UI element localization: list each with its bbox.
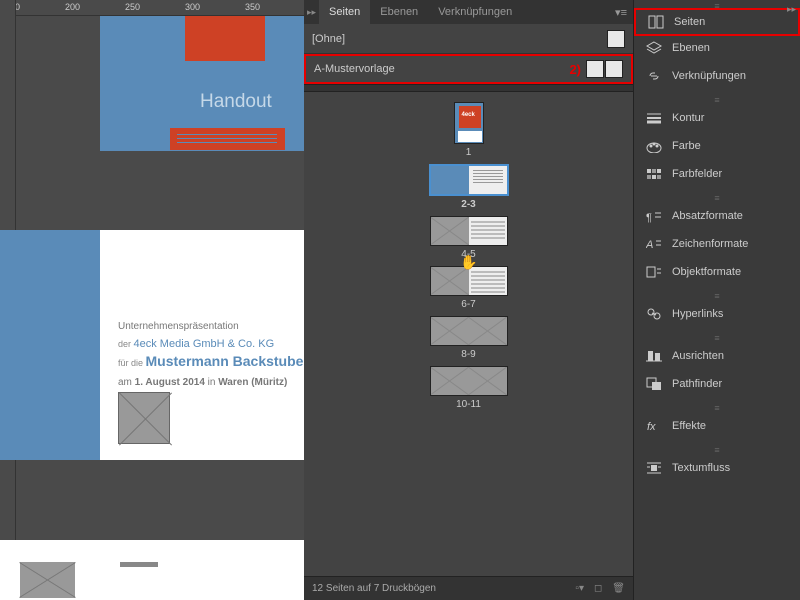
document-canvas[interactable]: 150 200 250 300 350 Handout Unternehmens… — [0, 0, 304, 600]
page-3-preview[interactable]: Unternehmenspräsentation der 4eck Media … — [100, 230, 304, 460]
flyout-menu-icon[interactable]: ▾≡ — [609, 6, 633, 19]
dock-hyperlinks[interactable]: Hyperlinks — [634, 300, 800, 328]
align-icon — [646, 348, 662, 364]
links-icon — [646, 68, 662, 84]
pages-icon — [648, 14, 664, 30]
panel-divider[interactable] — [304, 84, 633, 92]
ruler-horizontal[interactable]: 150 200 250 300 350 — [0, 0, 304, 16]
textwrap-icon — [646, 460, 662, 476]
dock-farbe[interactable]: Farbe — [634, 132, 800, 160]
master-pages-section: [Ohne] A-Mustervorlage 2) — [304, 24, 633, 84]
thumb-spread-8-9[interactable]: 8-9 — [430, 316, 508, 360]
page-2-preview[interactable] — [0, 230, 100, 460]
dock-farbfelder[interactable]: Farbfelder — [634, 160, 800, 188]
page-4-preview[interactable] — [0, 540, 100, 600]
paragraph-styles-icon: ¶ — [646, 208, 662, 224]
dock-ebenen[interactable]: Ebenen — [634, 34, 800, 62]
master-thumb-icon — [607, 30, 625, 48]
new-page-icon[interactable]: ◻ — [594, 583, 602, 594]
dock-effekte[interactable]: fx Effekte — [634, 412, 800, 440]
tab-links[interactable]: Verknüpfungen — [428, 0, 522, 24]
page-thumbnails[interactable]: 1 ✋ 2-3 4-5 6-7 — [304, 92, 633, 576]
thumb-page-1[interactable]: 1 — [454, 102, 484, 158]
dock-zeichenformate[interactable]: A Zeichenformate — [634, 230, 800, 258]
dock-pathfinder[interactable]: Pathfinder — [634, 370, 800, 398]
layers-icon — [646, 40, 662, 56]
tab-pages[interactable]: Seiten — [319, 0, 370, 24]
dock-kontur[interactable]: Kontur — [634, 104, 800, 132]
master-none[interactable]: [Ohne] — [304, 24, 633, 54]
page-count-status: 12 Seiten auf 7 Druckbögen — [312, 583, 436, 594]
thumb-spread-2-3[interactable]: 2-3 — [429, 164, 509, 210]
effects-icon: fx — [646, 418, 662, 434]
object-styles-icon — [646, 264, 662, 280]
page-5-preview[interactable] — [100, 540, 304, 600]
hyperlinks-icon — [646, 306, 662, 322]
annotation-badge: 2) — [569, 62, 581, 77]
svg-text:A: A — [646, 239, 653, 251]
pages-panel: ▸▸ Seiten Ebenen Verknüpfungen ▾≡ [Ohne]… — [304, 0, 633, 600]
right-panel-dock: ▸▸ Seiten Ebenen Verknüpfungen Kontur Fa… — [633, 0, 800, 600]
presentation-text: Unternehmenspräsentation der 4eck Media … — [118, 320, 303, 390]
pathfinder-icon — [646, 376, 662, 392]
handout-title: Handout — [200, 91, 272, 113]
expand-icon[interactable]: ▸▸ — [304, 7, 319, 18]
page-1-preview[interactable]: Handout — [100, 16, 304, 151]
edit-page-size-icon[interactable]: ▫▾ — [575, 583, 584, 594]
dock-ausrichten[interactable]: Ausrichten — [634, 342, 800, 370]
character-styles-icon: A — [646, 236, 662, 252]
image-placeholder-icon[interactable] — [118, 392, 170, 444]
master-a-mustervorlage[interactable]: A-Mustervorlage 2) — [304, 54, 633, 84]
dock-objektformate[interactable]: Objektformate — [634, 258, 800, 286]
tab-layers[interactable]: Ebenen — [370, 0, 428, 24]
delete-page-icon[interactable]: 🗑 — [612, 583, 625, 594]
panel-tabs: ▸▸ Seiten Ebenen Verknüpfungen ▾≡ — [304, 0, 633, 24]
color-icon — [646, 138, 662, 154]
dock-verknuepfungen[interactable]: Verknüpfungen — [634, 62, 800, 90]
swatches-icon — [646, 166, 662, 182]
svg-text:¶: ¶ — [646, 212, 652, 223]
panel-footer: 12 Seiten auf 7 Druckbögen ▫▾ ◻ 🗑 — [304, 576, 633, 600]
dock-textumfluss[interactable]: Textumfluss — [634, 454, 800, 482]
thumb-spread-10-11[interactable]: 10-11 — [430, 366, 508, 410]
dock-absatzformate[interactable]: ¶ Absatzformate — [634, 202, 800, 230]
svg-text:fx: fx — [647, 421, 656, 433]
collapse-dock-icon[interactable]: ▸▸ — [787, 4, 796, 15]
hand-cursor-icon: ✋ — [460, 254, 477, 271]
dock-seiten[interactable]: Seiten — [634, 8, 800, 36]
master-spread-thumb-icon — [586, 60, 623, 78]
stroke-icon — [646, 110, 662, 126]
thumb-spread-6-7[interactable]: 6-7 — [430, 266, 508, 310]
